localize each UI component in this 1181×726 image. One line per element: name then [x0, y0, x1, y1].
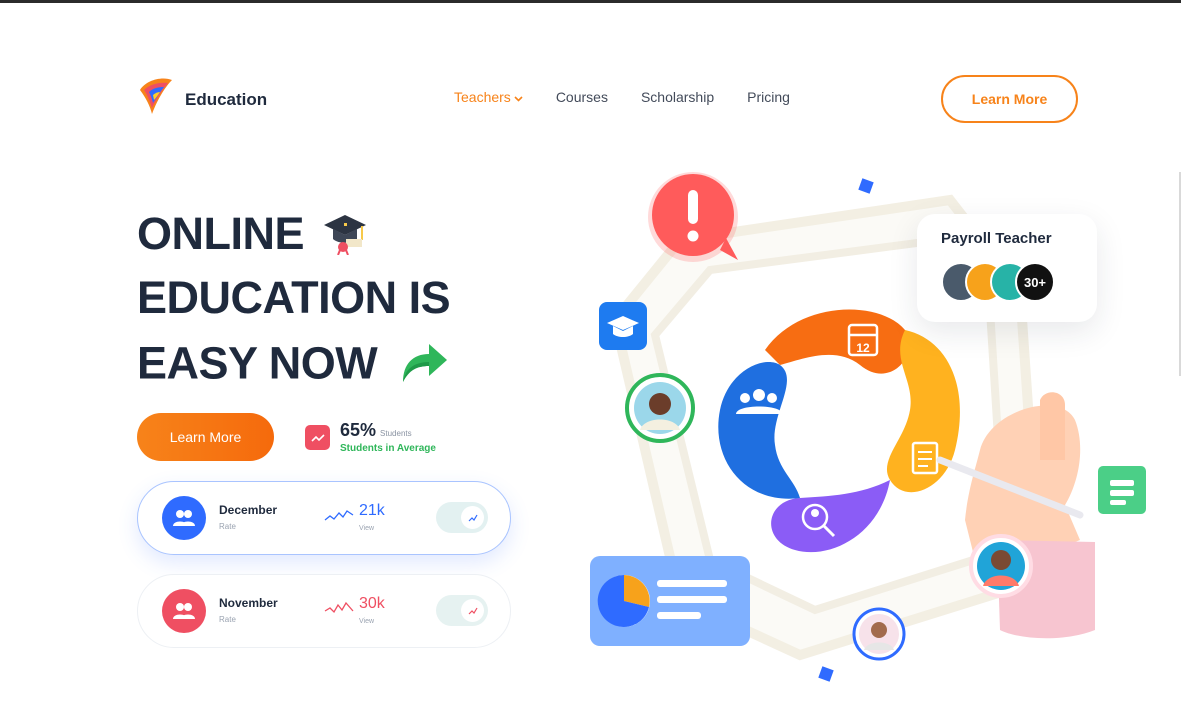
graduation-badge-icon	[599, 302, 647, 350]
avatar-bottom	[852, 607, 906, 661]
blue-diamond	[818, 666, 834, 682]
card-toggle[interactable]	[436, 595, 488, 626]
card-title: November	[219, 596, 278, 610]
trend-up-icon	[461, 599, 484, 622]
chat-badge-icon	[1098, 466, 1146, 514]
nav-item-courses[interactable]: Courses	[556, 89, 608, 105]
card-value: 21k	[359, 502, 385, 519]
payroll-title: Payroll Teacher	[941, 230, 1052, 247]
stat-subtitle: Students in Average	[340, 443, 436, 454]
calendar-day: 12	[856, 341, 870, 355]
stat-card-november[interactable]: November Rate 30k View	[137, 574, 511, 648]
hero-headline-line-2: EDUCATION IS	[137, 272, 451, 323]
hero-headline-line-3: EASY NOW	[137, 336, 449, 397]
more-count-badge: 30+	[1015, 262, 1055, 302]
brand-name: Education	[185, 89, 268, 109]
card-toggle[interactable]	[436, 502, 488, 533]
headline-text: EASY NOW	[137, 337, 378, 389]
nav-item-teachers[interactable]: Teachers	[454, 89, 523, 105]
chart-card-icon	[590, 556, 750, 646]
card-title: December	[219, 503, 278, 517]
card-subtitle: Rate	[219, 615, 236, 624]
trend-chart-icon	[305, 425, 330, 450]
stat-text: 65% Students Students in Average	[340, 420, 436, 454]
sparkline-icon	[324, 510, 354, 521]
nav-item-scholarship[interactable]: Scholarship	[641, 89, 714, 105]
stat-small-label: Students	[380, 429, 412, 438]
card-value: 30k	[359, 595, 385, 612]
main-nav: Teachers Courses Scholarship Pricing	[454, 89, 790, 105]
card-subtitle: Rate	[219, 522, 236, 531]
chevron-down-icon	[514, 89, 523, 105]
window-top-border	[0, 0, 1181, 3]
users-icon	[162, 589, 206, 633]
avatar-top-left	[625, 373, 695, 443]
trend-up-icon	[461, 506, 484, 529]
card-value-label: View	[359, 525, 375, 532]
card-value-label: View	[359, 618, 375, 625]
header-learn-more-button[interactable]: Learn More	[941, 75, 1078, 123]
alert-bubble-icon	[648, 172, 738, 262]
headline-text: ONLINE	[137, 208, 305, 259]
logo-icon	[136, 76, 176, 123]
payroll-teacher-card[interactable]: Payroll Teacher 30+	[917, 214, 1097, 322]
graduation-cap-icon	[322, 209, 368, 266]
curved-arrow-icon	[397, 336, 449, 397]
hero-headline-line-1: ONLINE	[137, 208, 368, 266]
stat-card-december[interactable]: December Rate 21k View	[137, 481, 511, 555]
students-average-stat: 65% Students Students in Average	[305, 420, 436, 454]
nav-item-pricing[interactable]: Pricing	[747, 89, 790, 105]
blue-diamond	[858, 178, 874, 194]
nav-item-label: Teachers	[454, 89, 511, 105]
avatar-bottom-right	[969, 534, 1033, 598]
hero-learn-more-button[interactable]: Learn More	[137, 413, 274, 461]
brand-logo[interactable]: Education	[136, 76, 267, 123]
sparkline-icon	[324, 601, 354, 614]
stat-percent: 65%	[340, 420, 377, 440]
users-icon	[162, 496, 206, 540]
